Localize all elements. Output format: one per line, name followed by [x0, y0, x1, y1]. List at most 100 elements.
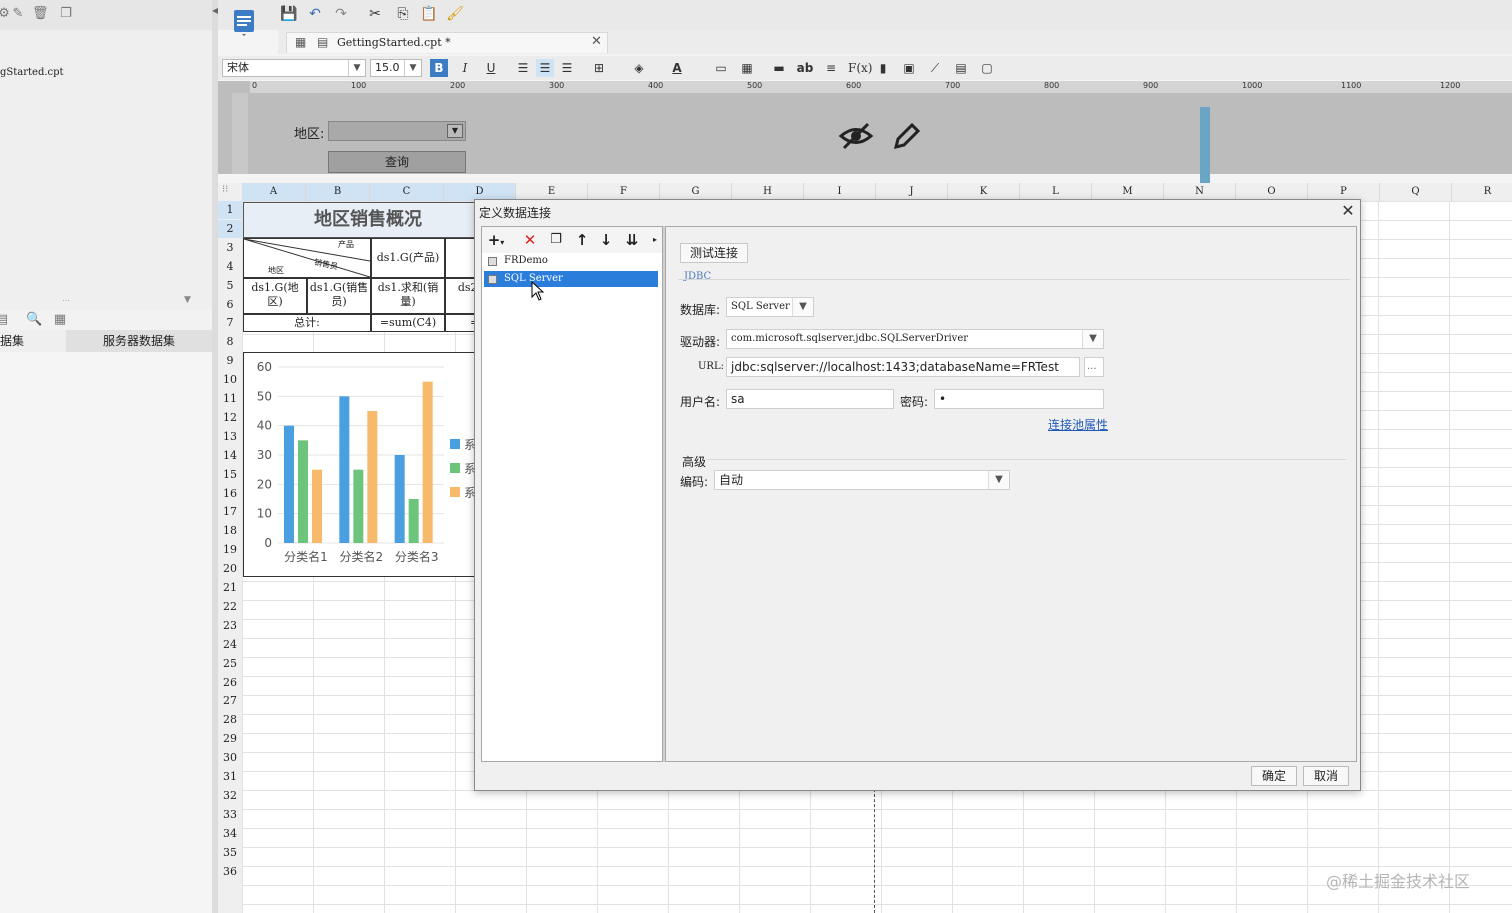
row-header-27[interactable]: 27	[218, 692, 242, 710]
row-header-14[interactable]: 14	[218, 447, 242, 465]
form-boundary-marker[interactable]	[1200, 107, 1210, 184]
row-header-15[interactable]: 15	[218, 466, 242, 484]
edit-dataset-icon[interactable]: ▦	[52, 312, 68, 328]
url-more-button[interactable]: ...	[1084, 357, 1104, 377]
column-header-q[interactable]: Q	[1380, 183, 1452, 201]
cut-icon[interactable]: ✂	[366, 5, 384, 23]
row-header-28[interactable]: 28	[218, 711, 242, 729]
font-family-select[interactable]: 宋体 ▼	[222, 59, 366, 77]
cell-c4[interactable]: ds1.求和(销量)	[371, 278, 445, 314]
row-header-17[interactable]: 17	[218, 503, 242, 521]
cell-a5[interactable]: 总计:	[243, 314, 371, 332]
row-header-2[interactable]: 2	[218, 219, 242, 238]
row-header-19[interactable]: 19	[218, 541, 242, 559]
formula-icon[interactable]: F(x)	[848, 59, 872, 77]
row-header-3[interactable]: 3	[218, 239, 242, 257]
delete-icon[interactable]: ✕	[520, 231, 540, 249]
pencil-icon[interactable]	[890, 121, 922, 151]
row-header-36[interactable]: 36	[218, 863, 242, 881]
rich-text-icon[interactable]: ≡	[822, 59, 840, 77]
chart-cell[interactable]: 0 10 20 30 40 50 60 分类名1 分类名2 分类名3 系系系	[243, 352, 493, 577]
file-tree-item[interactable]: gStarted.cpt	[0, 67, 64, 78]
tab-gettingstarted[interactable]: ▦ ▤ GettingStarted.cpt * ✕	[286, 32, 608, 53]
chart-icon[interactable]: ▮	[874, 59, 892, 77]
row-header-34[interactable]: 34	[218, 825, 242, 843]
close-icon[interactable]: ✕	[1339, 202, 1357, 220]
redo-icon[interactable]: ↷	[332, 5, 350, 23]
column-header-a[interactable]: A	[242, 183, 306, 201]
connection-item-selected[interactable]: SQL Server	[484, 271, 658, 287]
merge-cell-icon[interactable]: ▭	[712, 59, 730, 77]
cancel-button[interactable]: 取消	[1303, 766, 1349, 786]
edit-icon[interactable]: ✎	[10, 6, 26, 22]
url-input[interactable]: jdbc:sqlserver://localhost:1433;database…	[726, 357, 1080, 377]
add-connection-icon[interactable]: +▾	[486, 231, 506, 249]
ok-button[interactable]: 确定	[1251, 766, 1297, 786]
row-header-13[interactable]: 13	[218, 428, 242, 446]
text-field-icon[interactable]: ▬	[770, 59, 788, 77]
column-header-c[interactable]: C	[370, 183, 444, 201]
password-input[interactable]: •	[934, 389, 1104, 409]
slash-icon[interactable]: ⟋	[926, 59, 944, 77]
row-header-22[interactable]: 22	[218, 598, 242, 616]
row-header-32[interactable]: 32	[218, 787, 242, 805]
row-header-26[interactable]: 26	[218, 674, 242, 692]
row-header-12[interactable]: 12	[218, 409, 242, 427]
paste-icon[interactable]: 📋	[420, 5, 438, 23]
query-button[interactable]: 查询	[328, 151, 466, 173]
slash-header-cell[interactable]: 产品 销售员 地区	[243, 238, 371, 278]
undo-icon[interactable]: ↶	[306, 5, 324, 23]
row-header-35[interactable]: 35	[218, 844, 242, 862]
preview-icon[interactable]: 🔍	[26, 312, 42, 328]
cell-c5[interactable]: =sum(C4)	[371, 314, 445, 332]
username-input[interactable]: sa	[726, 389, 894, 409]
driver-select[interactable]: com.microsoft.sqlserver.jdbc.SQLServerDr…	[726, 329, 1104, 349]
designer-logo-icon[interactable]	[232, 8, 256, 38]
fill-color-icon[interactable]: ◈	[630, 59, 648, 77]
row-header-29[interactable]: 29	[218, 730, 242, 748]
row-header-30[interactable]: 30	[218, 749, 242, 767]
report-title-cell[interactable]: 地区销售概况	[243, 202, 493, 238]
connection-pool-link[interactable]: 连接池属性	[1048, 416, 1108, 433]
sort-icon[interactable]: ⇊	[622, 231, 642, 249]
font-color-icon[interactable]: A	[668, 59, 686, 77]
chevron-down-icon[interactable]: ▼	[988, 471, 1009, 489]
table-icon[interactable]: ▦	[738, 59, 756, 77]
row-header-4[interactable]: 4	[218, 258, 242, 276]
bold-icon[interactable]: B	[430, 59, 448, 77]
cell-a4[interactable]: ds1.G(地区)	[243, 278, 307, 314]
column-header-b[interactable]: B	[306, 183, 370, 201]
tab-template-dataset[interactable]: 据集	[0, 330, 66, 352]
grid-view-icon[interactable]: ▦	[295, 35, 306, 49]
database-select[interactable]: SQL Server ▼	[726, 297, 814, 317]
row-header-20[interactable]: 20	[218, 560, 242, 578]
delete-icon[interactable]: 🗑	[32, 6, 49, 22]
align-left-icon[interactable]: ☰	[514, 59, 532, 77]
border-icon[interactable]: ⊞	[590, 59, 608, 77]
row-header-21[interactable]: 21	[218, 579, 242, 597]
row-header-24[interactable]: 24	[218, 636, 242, 654]
cell-c3[interactable]: ds1.G(产品)	[371, 238, 445, 278]
chevron-down-icon[interactable]: ▼	[792, 298, 813, 316]
row-header-6[interactable]: 6	[218, 296, 242, 314]
subreport-icon[interactable]: ▤	[952, 59, 970, 77]
copy-icon[interactable]: ⎘	[394, 5, 412, 23]
underline-icon[interactable]: U	[482, 59, 500, 77]
cell-b4[interactable]: ds1.G(销售员)	[307, 278, 371, 314]
arrow-up-icon[interactable]: ↑	[572, 231, 592, 249]
row-header-11[interactable]: 11	[218, 390, 242, 408]
chevron-down-icon[interactable]: ▼	[1082, 330, 1103, 348]
chevron-down-icon[interactable]: ▼	[348, 60, 365, 76]
encoding-select[interactable]: 自动 ▼	[714, 470, 1010, 490]
row-header-8[interactable]: 8	[218, 333, 242, 351]
row-header-9[interactable]: 9	[218, 352, 242, 370]
arrow-down-icon[interactable]: ↓	[596, 231, 616, 249]
save-icon[interactable]: 💾	[280, 5, 298, 23]
region-param-input[interactable]: ▼	[328, 121, 466, 141]
align-right-icon[interactable]: ☰	[558, 59, 576, 77]
row-header-1[interactable]: 1	[218, 201, 242, 219]
tab-server-dataset[interactable]: 服务器数据集	[66, 330, 212, 352]
row-header-7[interactable]: 7	[218, 314, 242, 332]
align-center-icon[interactable]: ☰	[536, 59, 554, 77]
more-insert-icon[interactable]: ▢	[978, 59, 996, 77]
